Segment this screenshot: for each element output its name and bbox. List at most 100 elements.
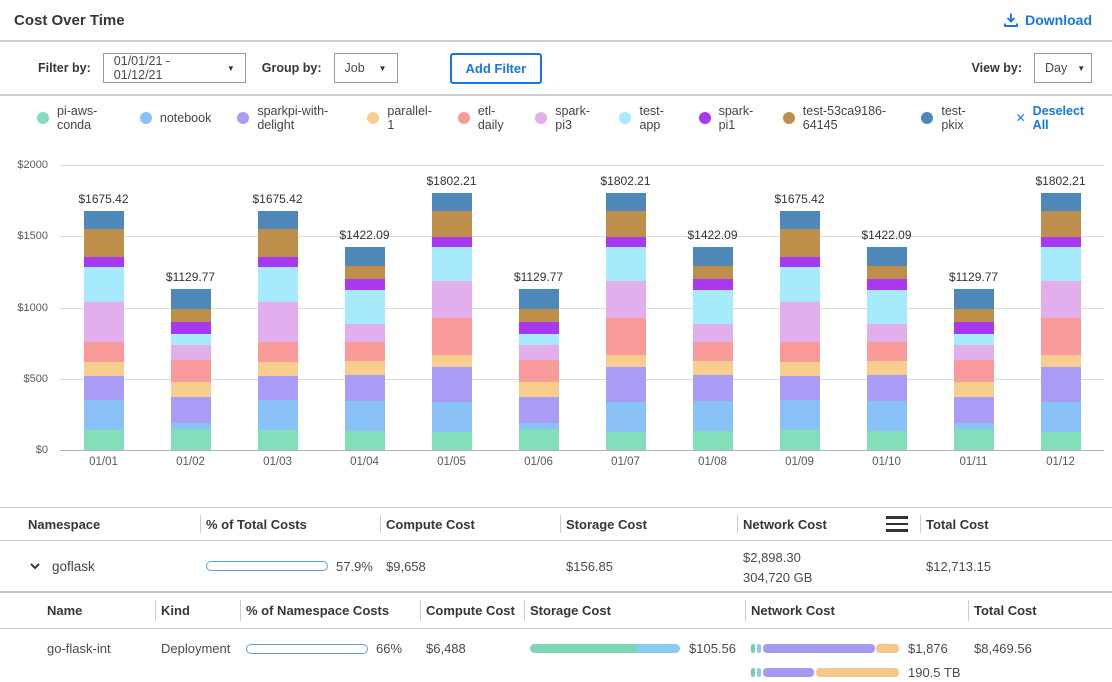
bar-segment-test-app[interactable] bbox=[867, 290, 907, 324]
bar-segment-etl-daily[interactable] bbox=[780, 342, 820, 362]
bar-segment-spark-pi3[interactable] bbox=[693, 324, 733, 342]
bar-segment-pi-aws-conda[interactable] bbox=[345, 431, 385, 450]
bar-segment-test-53ca9186-64145[interactable] bbox=[693, 266, 733, 279]
bar-segment-parallel-1[interactable] bbox=[258, 362, 298, 376]
bar-segment-etl-daily[interactable] bbox=[606, 318, 646, 354]
bar-segment-pi-aws-conda[interactable] bbox=[954, 429, 994, 450]
bar-segment-spark-pi3[interactable] bbox=[606, 281, 646, 318]
stacked-bar[interactable] bbox=[345, 247, 385, 450]
bar-segment-test-53ca9186-64145[interactable] bbox=[1041, 211, 1081, 237]
bar-segment-test-53ca9186-64145[interactable] bbox=[258, 229, 298, 257]
bar-segment-notebook[interactable] bbox=[867, 401, 907, 431]
bar-segment-notebook[interactable] bbox=[345, 401, 385, 431]
bar-segment-test-pkix[interactable] bbox=[345, 247, 385, 266]
bar-segment-spark-pi1[interactable] bbox=[171, 322, 211, 334]
bar-segment-pi-aws-conda[interactable] bbox=[519, 429, 559, 450]
bar-segment-parallel-1[interactable] bbox=[171, 382, 211, 397]
bar-segment-spark-pi3[interactable] bbox=[867, 324, 907, 342]
namespace-expand-toggle[interactable]: goflask bbox=[0, 559, 200, 574]
bar-segment-test-pkix[interactable] bbox=[954, 289, 994, 309]
bar-segment-test-pkix[interactable] bbox=[171, 289, 211, 309]
bar-segment-test-pkix[interactable] bbox=[606, 193, 646, 211]
bar-segment-sparkpi-with-delight[interactable] bbox=[867, 375, 907, 401]
bar-segment-parallel-1[interactable] bbox=[867, 361, 907, 375]
bar-segment-etl-daily[interactable] bbox=[84, 342, 124, 362]
bar-segment-spark-pi1[interactable] bbox=[954, 322, 994, 334]
bar-segment-test-app[interactable] bbox=[345, 290, 385, 324]
stacked-bar[interactable] bbox=[84, 211, 124, 450]
legend-item-test-53ca9186-64145[interactable]: test-53ca9186-64145 bbox=[783, 104, 896, 132]
bar-segment-test-app[interactable] bbox=[1041, 247, 1081, 280]
bar-segment-sparkpi-with-delight[interactable] bbox=[519, 397, 559, 423]
bar-segment-spark-pi3[interactable] bbox=[954, 345, 994, 360]
bar-segment-spark-pi1[interactable] bbox=[867, 279, 907, 290]
bar-segment-test-pkix[interactable] bbox=[258, 211, 298, 228]
bar-segment-test-app[interactable] bbox=[780, 267, 820, 301]
bar-segment-etl-daily[interactable] bbox=[693, 342, 733, 361]
bar-segment-test-pkix[interactable] bbox=[780, 211, 820, 228]
bar-segment-test-53ca9186-64145[interactable] bbox=[606, 211, 646, 237]
bar-segment-notebook[interactable] bbox=[1041, 402, 1081, 431]
download-button[interactable]: Download bbox=[1003, 12, 1092, 28]
bar-segment-sparkpi-with-delight[interactable] bbox=[954, 397, 994, 423]
bar-segment-pi-aws-conda[interactable] bbox=[1041, 432, 1081, 450]
bar-segment-sparkpi-with-delight[interactable] bbox=[606, 367, 646, 402]
add-filter-button[interactable]: Add Filter bbox=[450, 53, 543, 84]
stacked-bar[interactable] bbox=[519, 289, 559, 450]
bar-segment-spark-pi1[interactable] bbox=[519, 322, 559, 334]
bar-segment-notebook[interactable] bbox=[693, 401, 733, 431]
bar-segment-sparkpi-with-delight[interactable] bbox=[1041, 367, 1081, 402]
bar-segment-test-app[interactable] bbox=[954, 334, 994, 345]
bar-segment-notebook[interactable] bbox=[606, 402, 646, 431]
bar-segment-parallel-1[interactable] bbox=[84, 362, 124, 376]
bar-segment-spark-pi3[interactable] bbox=[171, 345, 211, 360]
bar-segment-etl-daily[interactable] bbox=[519, 360, 559, 382]
bar-segment-test-53ca9186-64145[interactable] bbox=[432, 211, 472, 237]
bar-segment-parallel-1[interactable] bbox=[519, 382, 559, 397]
legend-item-test-pkix[interactable]: test-pkix bbox=[921, 104, 975, 132]
bar-segment-notebook[interactable] bbox=[258, 400, 298, 430]
bar-segment-spark-pi3[interactable] bbox=[1041, 281, 1081, 318]
group-by-dropdown[interactable]: Job ▼ bbox=[334, 53, 398, 83]
bar-segment-test-53ca9186-64145[interactable] bbox=[84, 229, 124, 257]
stacked-bar[interactable] bbox=[258, 211, 298, 450]
bar-segment-spark-pi3[interactable] bbox=[780, 302, 820, 342]
bar-segment-sparkpi-with-delight[interactable] bbox=[84, 376, 124, 401]
bar-segment-test-53ca9186-64145[interactable] bbox=[954, 309, 994, 322]
bar-segment-test-53ca9186-64145[interactable] bbox=[867, 266, 907, 279]
bar-segment-spark-pi1[interactable] bbox=[432, 237, 472, 247]
bar-segment-test-53ca9186-64145[interactable] bbox=[780, 229, 820, 257]
bar-segment-etl-daily[interactable] bbox=[432, 318, 472, 354]
bar-segment-notebook[interactable] bbox=[780, 400, 820, 430]
bar-segment-spark-pi3[interactable] bbox=[258, 302, 298, 342]
bar-segment-test-app[interactable] bbox=[258, 267, 298, 301]
bar-segment-test-app[interactable] bbox=[171, 334, 211, 345]
bar-segment-spark-pi1[interactable] bbox=[1041, 237, 1081, 247]
bar-segment-spark-pi3[interactable] bbox=[519, 345, 559, 360]
bar-segment-etl-daily[interactable] bbox=[1041, 318, 1081, 354]
legend-item-etl-daily[interactable]: etl-daily bbox=[458, 104, 509, 132]
bar-segment-pi-aws-conda[interactable] bbox=[258, 430, 298, 450]
bar-segment-pi-aws-conda[interactable] bbox=[867, 431, 907, 450]
stacked-bar[interactable] bbox=[432, 193, 472, 450]
bar-segment-etl-daily[interactable] bbox=[171, 360, 211, 382]
bar-segment-test-app[interactable] bbox=[84, 267, 124, 301]
bar-segment-test-app[interactable] bbox=[519, 334, 559, 345]
bar-segment-spark-pi1[interactable] bbox=[606, 237, 646, 247]
bar-segment-sparkpi-with-delight[interactable] bbox=[345, 375, 385, 401]
legend-item-parallel-1[interactable]: parallel-1 bbox=[367, 104, 431, 132]
bar-segment-pi-aws-conda[interactable] bbox=[84, 430, 124, 450]
bar-segment-test-pkix[interactable] bbox=[693, 247, 733, 266]
bar-segment-pi-aws-conda[interactable] bbox=[171, 429, 211, 450]
bar-segment-parallel-1[interactable] bbox=[780, 362, 820, 376]
bar-segment-test-53ca9186-64145[interactable] bbox=[519, 309, 559, 322]
bar-segment-parallel-1[interactable] bbox=[432, 355, 472, 367]
bar-segment-test-pkix[interactable] bbox=[84, 211, 124, 228]
stacked-bar[interactable] bbox=[954, 289, 994, 450]
bar-segment-parallel-1[interactable] bbox=[606, 355, 646, 367]
bar-segment-sparkpi-with-delight[interactable] bbox=[258, 376, 298, 401]
bar-segment-pi-aws-conda[interactable] bbox=[606, 432, 646, 450]
bar-segment-test-app[interactable] bbox=[693, 290, 733, 324]
bar-segment-pi-aws-conda[interactable] bbox=[780, 430, 820, 450]
bar-segment-test-pkix[interactable] bbox=[519, 289, 559, 309]
